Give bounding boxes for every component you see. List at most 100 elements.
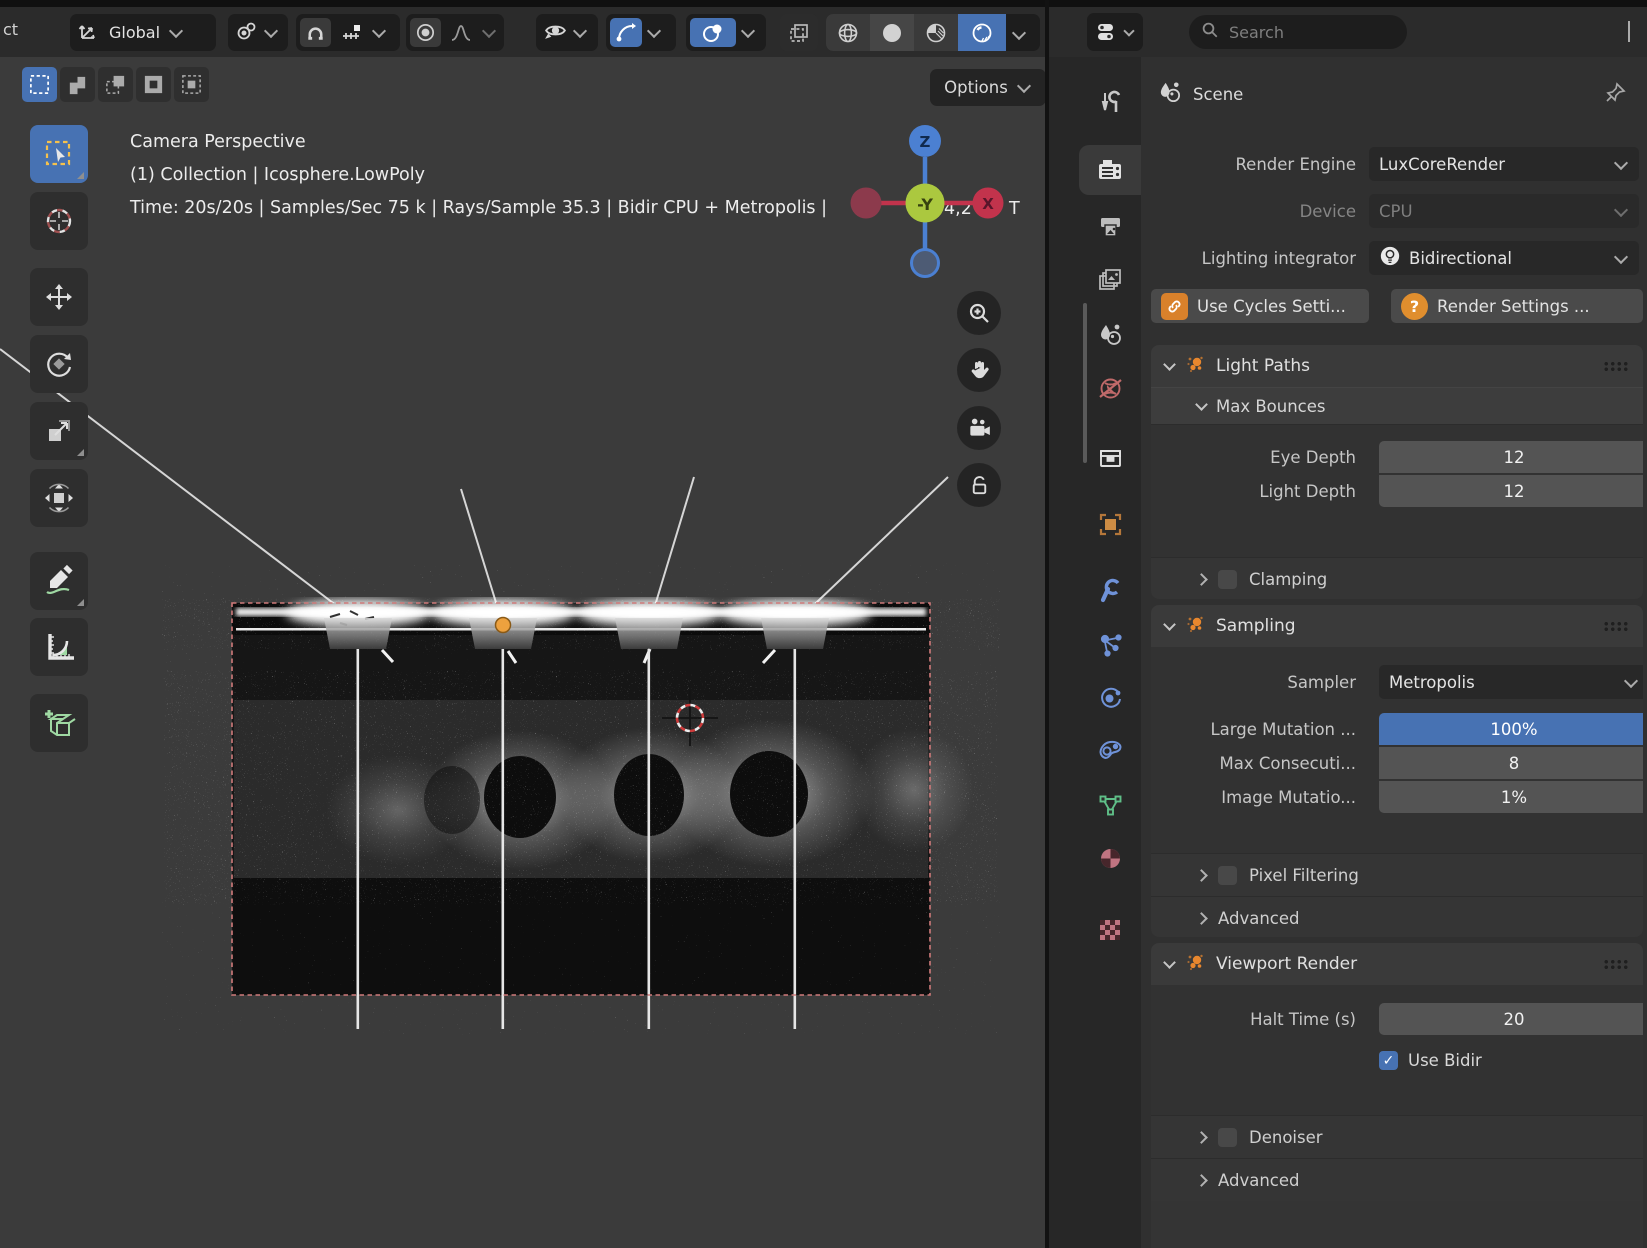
proportional-editing-toggle[interactable] bbox=[410, 18, 441, 47]
use-bidir-row: ✓ Use Bidir bbox=[1151, 1051, 1643, 1085]
tab-physics[interactable] bbox=[1079, 673, 1141, 723]
tab-scene[interactable] bbox=[1079, 309, 1141, 359]
shading-wireframe-button[interactable] bbox=[826, 14, 870, 51]
tool-add-cube[interactable] bbox=[30, 694, 88, 752]
falloff-curve-icon[interactable] bbox=[445, 18, 477, 47]
image-mutation-field[interactable]: 1% bbox=[1379, 781, 1643, 813]
tab-view-layer[interactable] bbox=[1079, 255, 1141, 305]
pivot-point-dropdown[interactable] bbox=[228, 14, 288, 51]
light-paths-header[interactable]: Light Paths bbox=[1151, 345, 1643, 387]
axis-gizmo[interactable]: X Z -Y bbox=[850, 125, 1004, 278]
use-bidir-checkbox[interactable]: ✓ bbox=[1379, 1051, 1398, 1070]
visibility-dropdown[interactable] bbox=[536, 14, 598, 51]
tab-object-data[interactable] bbox=[1079, 779, 1141, 829]
tool-transform[interactable] bbox=[30, 469, 88, 527]
selected-light-origin[interactable] bbox=[494, 616, 512, 634]
sampling-advanced-row[interactable]: Advanced bbox=[1151, 896, 1643, 937]
lock-view-button[interactable] bbox=[957, 463, 1001, 507]
viewport-render-header[interactable]: Viewport Render bbox=[1151, 943, 1643, 985]
large-mutation-slider[interactable]: 100% bbox=[1379, 713, 1643, 745]
sampling-header[interactable]: Sampling bbox=[1151, 605, 1643, 647]
lighting-integrator-label: Lighting integrator bbox=[1201, 248, 1356, 268]
select-mode-subtract-button[interactable] bbox=[98, 67, 133, 102]
tab-render[interactable] bbox=[1079, 145, 1141, 195]
scene-icon bbox=[1157, 79, 1183, 109]
select-mode-intersect-button[interactable] bbox=[174, 67, 209, 102]
tab-constraints[interactable] bbox=[1079, 725, 1141, 775]
tab-output[interactable] bbox=[1079, 202, 1141, 252]
tab-world[interactable] bbox=[1079, 363, 1141, 413]
tool-move[interactable] bbox=[30, 268, 88, 326]
axis-z-ball[interactable] bbox=[909, 125, 941, 157]
axis-neg-z-ball[interactable] bbox=[910, 248, 940, 278]
tab-material[interactable] bbox=[1079, 833, 1141, 883]
max-consecutive-field[interactable]: 8 bbox=[1379, 747, 1643, 779]
camera-view-button[interactable] bbox=[957, 406, 1001, 450]
tool-cursor[interactable] bbox=[30, 192, 88, 250]
snap-magnet-toggle[interactable] bbox=[300, 18, 331, 47]
pan-hand-button[interactable] bbox=[957, 348, 1001, 392]
tab-object[interactable] bbox=[1079, 499, 1141, 549]
xray-toggle[interactable] bbox=[780, 14, 818, 51]
tab-particles[interactable] bbox=[1079, 619, 1141, 669]
axis-x-ball[interactable] bbox=[972, 187, 1004, 219]
editor-type-button[interactable] bbox=[1087, 13, 1143, 51]
lighting-integrator-dropdown[interactable]: Bidirectional bbox=[1369, 241, 1639, 275]
sampler-dropdown[interactable]: Metropolis bbox=[1379, 665, 1643, 699]
light-depth-field[interactable]: 12 bbox=[1379, 475, 1643, 507]
tab-modifiers[interactable] bbox=[1079, 565, 1141, 615]
shading-material-button[interactable] bbox=[914, 14, 958, 51]
drag-handle-icon[interactable] bbox=[1603, 958, 1629, 970]
halt-time-field[interactable]: 20 bbox=[1379, 1003, 1643, 1035]
tool-rotate[interactable] bbox=[30, 335, 88, 393]
eye-depth-field[interactable]: 12 bbox=[1379, 441, 1643, 473]
lightbulb-icon bbox=[1379, 245, 1401, 271]
sampler-row: Sampler Metropolis bbox=[1151, 665, 1643, 699]
options-button[interactable]: Options bbox=[930, 69, 1045, 106]
denoiser-checkbox[interactable] bbox=[1218, 1127, 1237, 1147]
render-settings-help-button[interactable]: ? Render Settings ... bbox=[1391, 289, 1643, 323]
transform-orientation-dropdown[interactable]: Global bbox=[70, 14, 216, 51]
clamping-checkbox[interactable] bbox=[1218, 569, 1237, 589]
pin-icon[interactable] bbox=[1603, 81, 1627, 109]
drag-handle-icon[interactable] bbox=[1603, 360, 1629, 372]
axis-neg-y-label: -Y bbox=[917, 195, 933, 214]
axis-neg-x-ball[interactable] bbox=[850, 187, 882, 219]
chevron-right-icon bbox=[1195, 1130, 1208, 1144]
tool-select-box[interactable] bbox=[30, 125, 88, 183]
clamping-row[interactable]: Clamping bbox=[1151, 557, 1643, 599]
denoiser-row[interactable]: Denoiser bbox=[1151, 1115, 1643, 1158]
tab-texture[interactable] bbox=[1079, 905, 1141, 955]
shading-rendered-button[interactable] bbox=[958, 14, 1006, 51]
show-gizmo-toggle[interactable] bbox=[610, 18, 642, 47]
select-mode-set-button[interactable] bbox=[22, 67, 57, 102]
shading-solid-button[interactable] bbox=[870, 14, 914, 51]
header-menu-chevron[interactable] bbox=[1625, 21, 1633, 42]
select-mode-extend-button[interactable] bbox=[60, 67, 95, 102]
drag-handle-icon[interactable] bbox=[1603, 620, 1629, 632]
breadcrumb[interactable]: Scene bbox=[1157, 79, 1243, 109]
window-top-strip bbox=[0, 0, 1647, 7]
viewport-advanced-row[interactable]: Advanced bbox=[1151, 1158, 1643, 1201]
chevron-down-icon bbox=[646, 23, 662, 39]
search-input[interactable] bbox=[1227, 21, 1381, 43]
select-mode-invert-button[interactable] bbox=[136, 67, 171, 102]
viewport-3d[interactable]: Camera Perspective (1) Collection | Icos… bbox=[0, 7, 1045, 1248]
search-box[interactable] bbox=[1189, 15, 1407, 49]
pixel-filtering-checkbox[interactable] bbox=[1218, 865, 1237, 885]
use-cycles-settings-button[interactable]: Use Cycles Setti... bbox=[1151, 289, 1369, 323]
axis-neg-y-ball[interactable] bbox=[905, 183, 945, 223]
pixel-filtering-row[interactable]: Pixel Filtering bbox=[1151, 853, 1643, 896]
show-overlays-toggle[interactable] bbox=[690, 18, 736, 47]
chevron-down-icon bbox=[1016, 78, 1031, 94]
tab-tool[interactable] bbox=[1079, 77, 1141, 127]
max-bounces-subheader[interactable]: Max Bounces bbox=[1151, 387, 1643, 425]
tool-measure[interactable] bbox=[30, 618, 88, 676]
zoom-button[interactable] bbox=[957, 291, 1001, 335]
snap-target-icon[interactable] bbox=[335, 18, 367, 47]
tool-annotate[interactable] bbox=[30, 552, 88, 610]
render-engine-dropdown[interactable]: LuxCoreRender bbox=[1369, 147, 1639, 181]
tool-scale[interactable] bbox=[30, 402, 88, 460]
chevron-down-icon bbox=[263, 23, 279, 39]
tab-collection[interactable] bbox=[1079, 433, 1141, 483]
